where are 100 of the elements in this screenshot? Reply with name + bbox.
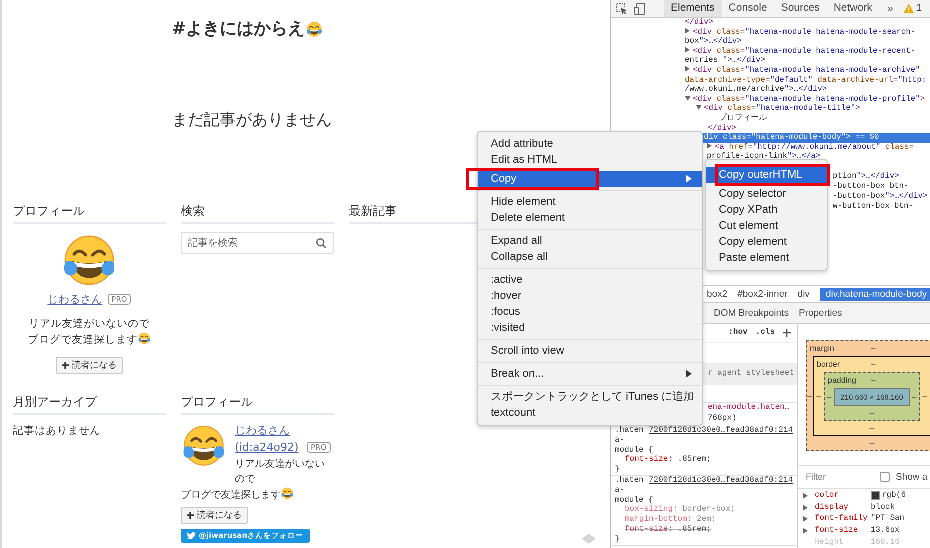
warning-count: 1 xyxy=(916,3,922,14)
menu-item[interactable]: Scroll into view xyxy=(478,343,702,359)
menu-item[interactable]: Copy selector xyxy=(706,186,827,202)
menu-item[interactable]: Copy xyxy=(478,171,702,187)
menu-item[interactable]: Expand all xyxy=(478,233,702,249)
menu-item[interactable]: :focus xyxy=(478,304,702,320)
css-selector: module { xyxy=(615,496,654,505)
css-declaration[interactable]: font-size: .85rem; xyxy=(625,524,712,534)
menu-item[interactable]: Cut element xyxy=(706,218,827,234)
menu-item[interactable]: textcount xyxy=(478,405,702,421)
css-property-name: color xyxy=(815,490,840,502)
stylesheet-link[interactable]: 7200f128d1c30e0…fead38adf0:214 xyxy=(648,476,793,486)
menu-item[interactable]: Copy element xyxy=(706,234,827,250)
laughing-emoji-icon xyxy=(138,332,151,345)
user-id-link[interactable]: (id:a24o92) xyxy=(235,441,299,454)
menu-item[interactable]: Paste element xyxy=(706,250,827,266)
archive-empty-text: 記事はありません xyxy=(13,424,102,439)
tab[interactable]: Properties xyxy=(798,308,842,318)
breadcrumb[interactable]: div xyxy=(798,288,810,300)
avatar-icon xyxy=(181,423,227,469)
profile-description: ブログで友達探します xyxy=(181,490,281,501)
module-title: プロフィール xyxy=(181,394,334,415)
expand-arrow-icon[interactable] xyxy=(685,28,690,34)
laughing-emoji-icon xyxy=(281,487,294,500)
laughing-emoji-icon xyxy=(306,20,324,38)
plus-icon xyxy=(62,362,69,369)
module-title: 月別アーカイブ xyxy=(13,394,166,415)
profile-description: リアル友達がいないので xyxy=(235,459,325,485)
css-property-value: 168.16 xyxy=(871,536,900,548)
tab[interactable]: Elements xyxy=(664,0,722,17)
breadcrumb[interactable]: div.hatena-module-body xyxy=(820,288,930,300)
css-property-value: 13.6px xyxy=(871,525,900,537)
color-swatch xyxy=(871,491,880,500)
box-model-value: – xyxy=(871,344,876,353)
stylesheet-link[interactable]: 7200f128d1c30e0…fead38adf0:214 xyxy=(648,426,793,436)
stylesheet-label: r agent stylesheet xyxy=(708,368,794,380)
box-model-value: – xyxy=(816,392,822,401)
menu-item[interactable]: :hover xyxy=(478,288,702,304)
profile-description: ブログで友達探します xyxy=(28,334,138,346)
tab[interactable]: Network xyxy=(826,0,880,17)
css-declaration[interactable]: margin-bottom: 2em; xyxy=(625,515,716,524)
subscribe-button[interactable]: 読者になる xyxy=(181,507,248,524)
media-query: 768px) xyxy=(708,414,737,423)
menu-item[interactable]: :visited xyxy=(478,320,702,336)
toolbar-toggle[interactable]: :hov xyxy=(728,328,748,338)
css-declaration[interactable]: box-sizing: border-box; xyxy=(625,505,736,514)
css-selector: a- xyxy=(615,486,625,495)
filter-field[interactable]: Filter xyxy=(806,472,866,482)
css-property-name: height xyxy=(815,536,845,548)
profile-description: リアル友達がいないので xyxy=(29,318,150,330)
menu-item[interactable]: Copy outerHTML xyxy=(706,167,827,183)
css-selector: a- xyxy=(615,436,625,445)
css-selector: ena-module.haten… xyxy=(708,403,790,412)
box-model-value: – xyxy=(870,438,874,448)
module-title: 検索 xyxy=(181,203,334,224)
menu-item[interactable]: Break on... xyxy=(478,366,702,382)
diamond-icon xyxy=(582,534,596,544)
box-model-value: – xyxy=(807,392,813,400)
expand-arrow-icon[interactable] xyxy=(707,142,712,149)
css-selector: .haten xyxy=(615,426,644,436)
css-selector: module { xyxy=(615,446,654,455)
tab[interactable]: Console xyxy=(722,0,774,17)
tab[interactable]: Sources xyxy=(774,0,827,17)
css-brace: } xyxy=(615,465,620,474)
expand-arrow-icon[interactable] xyxy=(685,46,690,53)
css-property-name: display xyxy=(815,502,850,514)
toolbar-toggle[interactable]: .cls xyxy=(756,328,775,338)
breadcrumb[interactable]: box2 xyxy=(707,288,728,300)
module-title: プロフィール xyxy=(13,203,166,224)
profile-name-link[interactable]: じわるさん xyxy=(48,293,103,306)
device-icon[interactable] xyxy=(634,2,647,14)
menu-item[interactable]: Edit as HTML xyxy=(478,152,702,168)
search-field[interactable]: 記事を検索 xyxy=(181,232,334,254)
box-model-value: – xyxy=(826,392,833,402)
css-property-value: "PT San xyxy=(871,513,905,526)
menu-item[interactable]: スポークントラックとして iTunes に追加 xyxy=(478,389,702,405)
blog-title: #よきにはからえ xyxy=(172,18,306,40)
box-model-value: – xyxy=(922,392,928,401)
menu-item[interactable]: Collapse all xyxy=(478,249,702,265)
box-model-value: – xyxy=(871,360,876,369)
expand-arrow-icon[interactable] xyxy=(685,66,690,72)
menu-item[interactable]: :active xyxy=(478,272,702,288)
checkbox[interactable] xyxy=(880,472,890,482)
plus-icon[interactable] xyxy=(783,329,791,337)
css-declaration[interactable]: font-size: .85rem; xyxy=(625,455,712,464)
empty-message: まだ記事がありません xyxy=(172,110,332,130)
css-property-value: block xyxy=(871,502,896,514)
breadcrumb[interactable]: #box2-inner xyxy=(738,288,788,300)
subscribe-button[interactable]: 読者になる xyxy=(56,357,123,374)
box-model-value: – xyxy=(871,376,876,385)
menu-item[interactable]: Copy XPath xyxy=(706,202,827,218)
bird-icon xyxy=(187,532,196,540)
css-property-name: font-family xyxy=(815,513,869,526)
inspect-icon[interactable] xyxy=(616,2,628,14)
box-model-label: padding xyxy=(828,376,856,385)
more-tabs-button[interactable]: » xyxy=(887,2,894,14)
tab[interactable]: DOM Breakpoints xyxy=(714,308,789,318)
box-model-label: margin xyxy=(810,344,834,353)
profile-name-link[interactable]: じわるさん xyxy=(235,424,290,437)
box-model-value: – xyxy=(870,424,874,432)
